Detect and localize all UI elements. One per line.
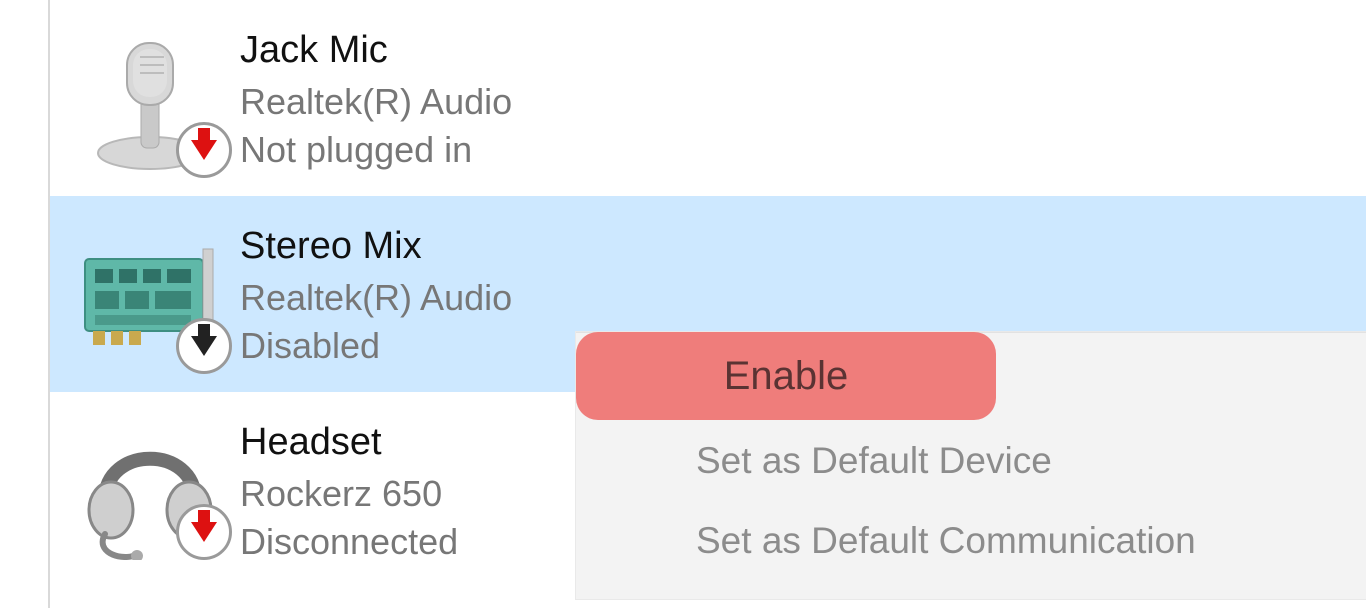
device-text: Stereo Mix Realtek(R) Audio Disabled: [240, 214, 512, 371]
device-name: Stereo Mix: [240, 224, 512, 270]
device-driver: Realtek(R) Audio: [240, 274, 512, 323]
device-row-jack-mic[interactable]: Jack Mic Realtek(R) Audio Not plugged in: [50, 0, 1366, 196]
sound-card-icon: [60, 214, 240, 374]
menu-item-set-default-device[interactable]: Set as Default Device: [576, 421, 1366, 501]
device-name: Jack Mic: [240, 28, 512, 74]
status-badge-icon: [176, 318, 232, 374]
arrow-down-red-icon: [191, 522, 217, 542]
menu-item-set-default-communication[interactable]: Set as Default Communication: [576, 501, 1366, 581]
device-text: Headset Rockerz 650 Disconnected: [240, 410, 458, 567]
device-name: Headset: [240, 420, 458, 466]
device-status: Disabled: [240, 322, 512, 371]
enable-highlight[interactable]: Enable: [576, 332, 996, 420]
device-text: Jack Mic Realtek(R) Audio Not plugged in: [240, 18, 512, 175]
device-driver: Rockerz 650: [240, 470, 458, 519]
device-status: Disconnected: [240, 518, 458, 567]
status-badge-icon: [176, 122, 232, 178]
arrow-down-black-icon: [191, 336, 217, 356]
device-driver: Realtek(R) Audio: [240, 78, 512, 127]
enable-highlight-label: Enable: [724, 354, 849, 399]
arrow-down-red-icon: [191, 140, 217, 160]
headset-icon: [60, 410, 240, 560]
device-status: Not plugged in: [240, 126, 512, 175]
status-badge-icon: [176, 504, 232, 560]
microphone-icon: [60, 18, 240, 178]
